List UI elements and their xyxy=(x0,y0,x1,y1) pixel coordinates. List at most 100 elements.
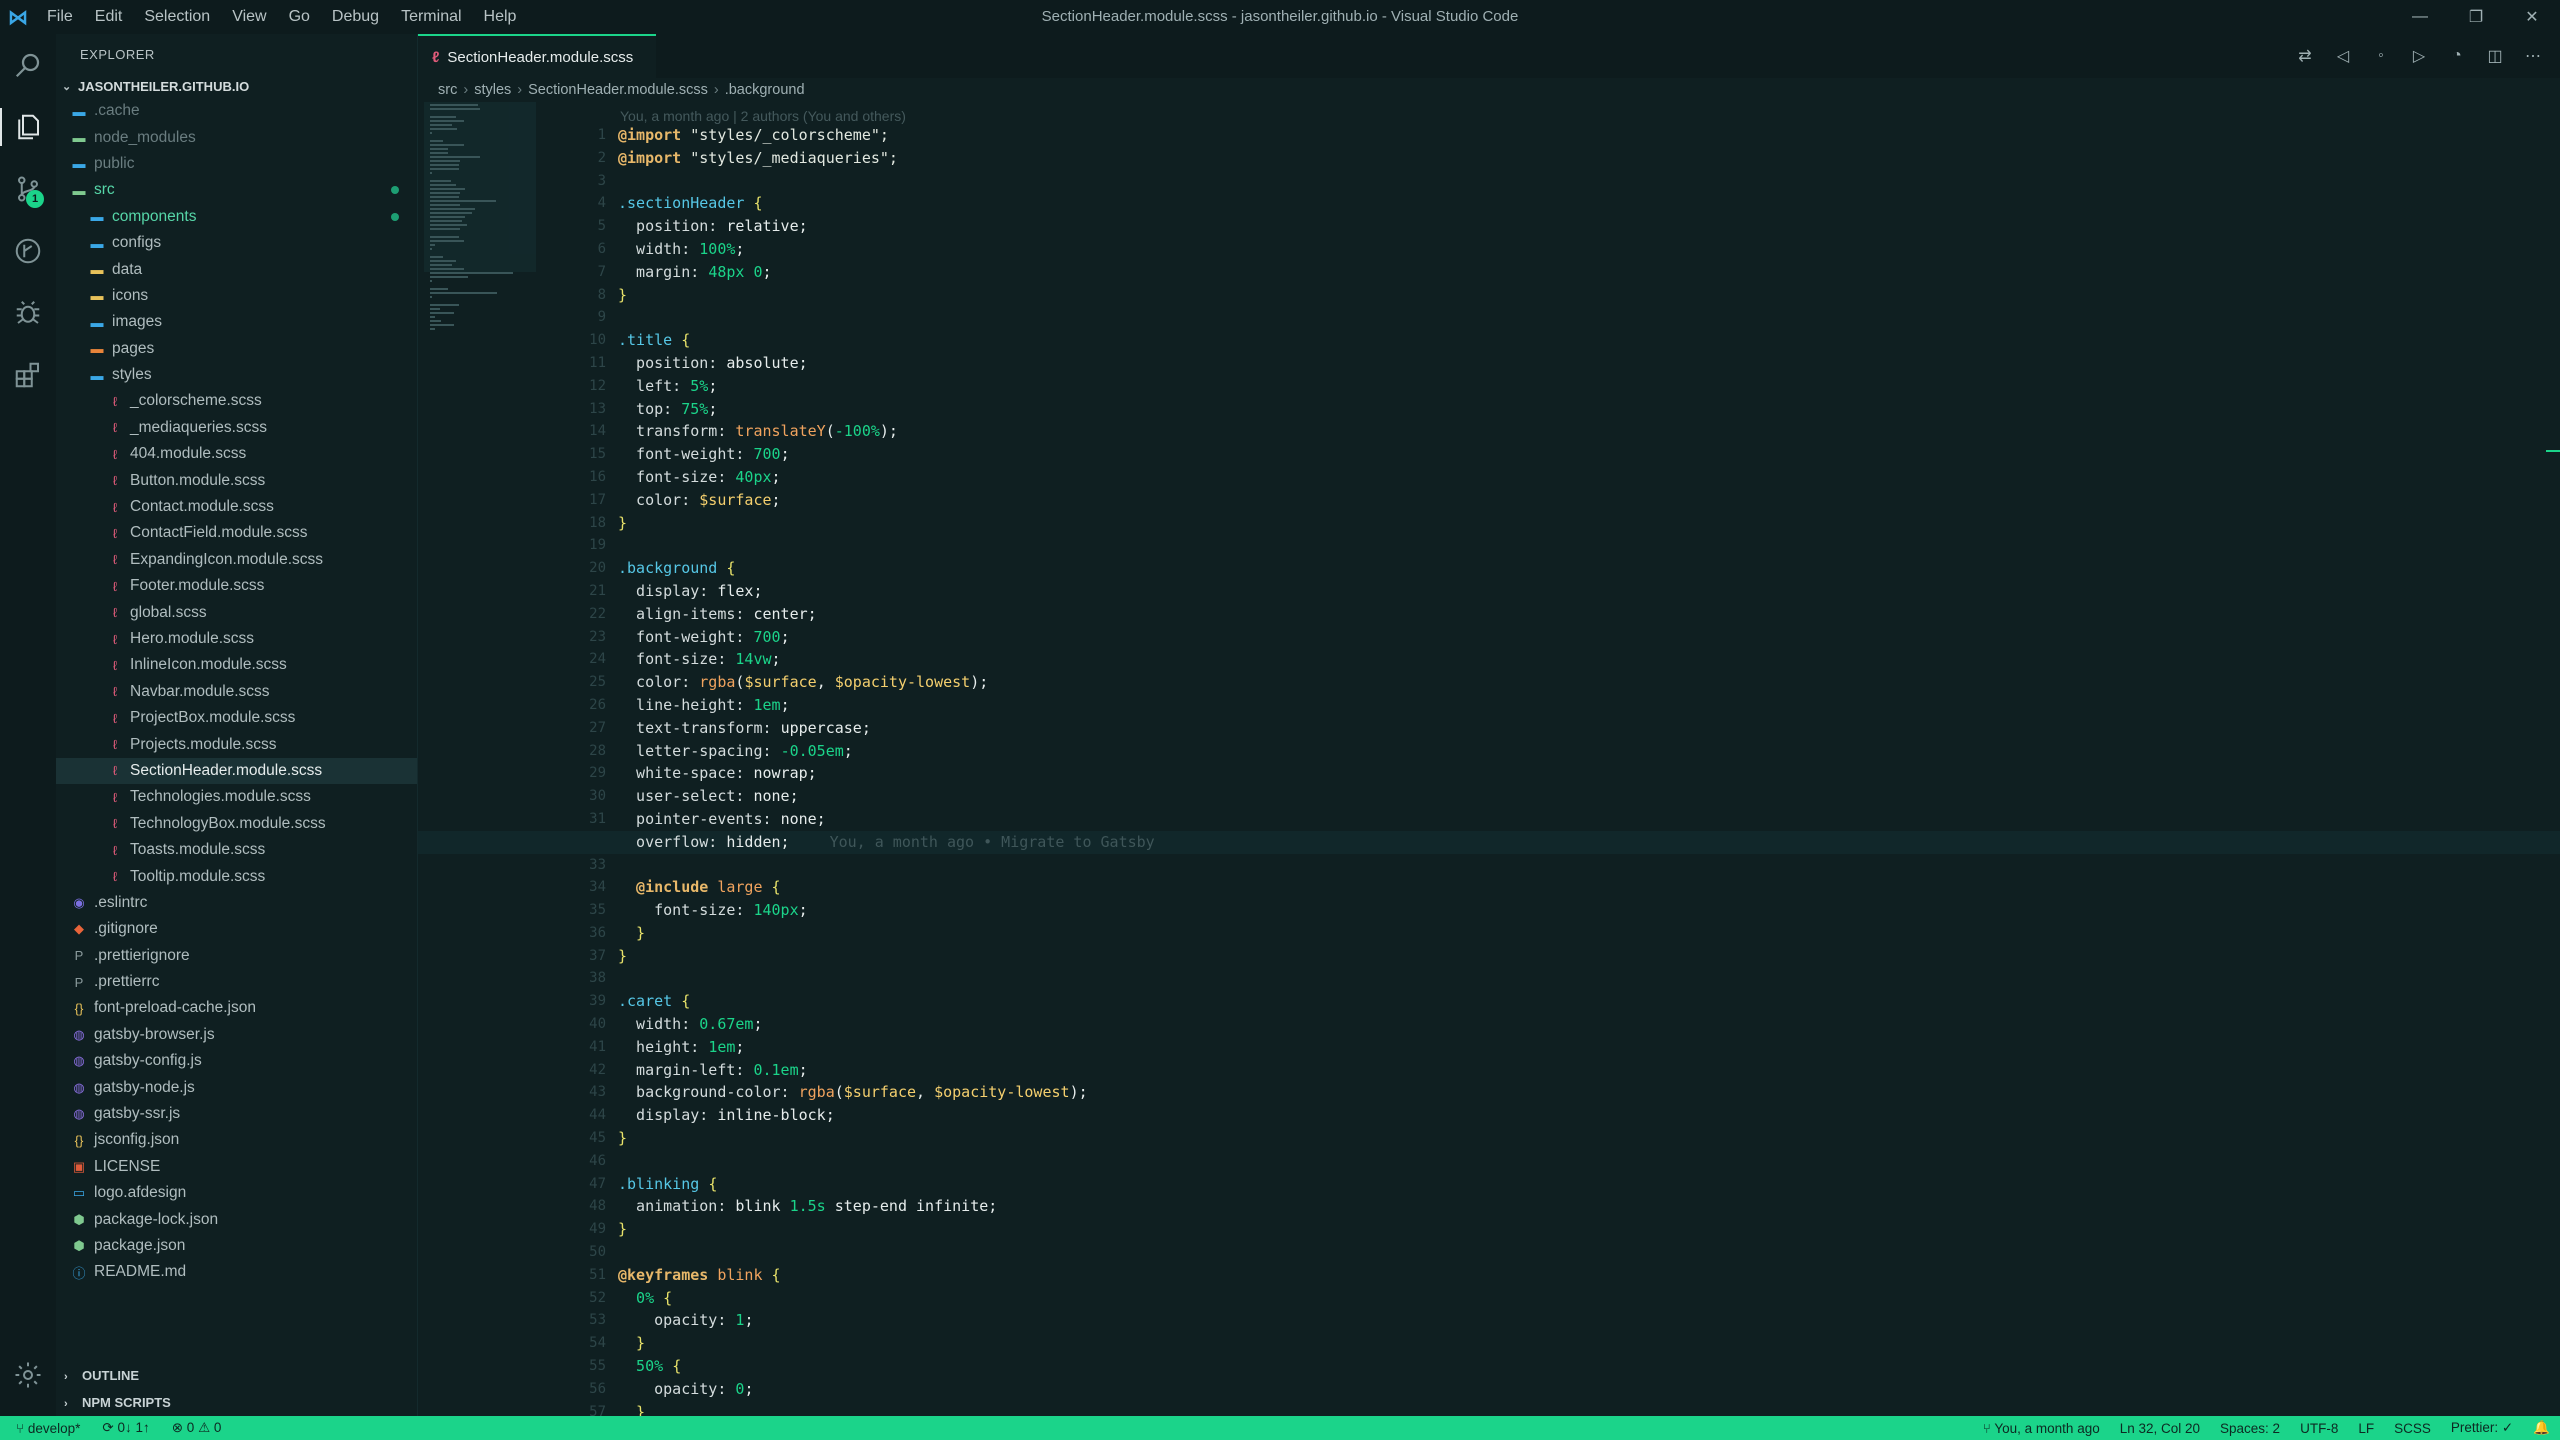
explorer-item[interactable]: ⓘ README.md xyxy=(56,1259,417,1285)
code-line[interactable]: margin-left: 0.1em; xyxy=(618,1059,2560,1082)
explorer-item[interactable]: {} font-preload-cache.json xyxy=(56,995,417,1021)
explorer-item[interactable]: ℓ Button.module.scss xyxy=(56,467,417,493)
code-line[interactable]: @import "styles/_mediaqueries"; xyxy=(618,147,2560,170)
explorer-item[interactable]: ▬ pages xyxy=(56,336,417,362)
explorer-item[interactable]: ◍ gatsby-config.js xyxy=(56,1048,417,1074)
encoding-status[interactable]: UTF-8 xyxy=(2300,1421,2338,1436)
code-line[interactable]: opacity: 0; xyxy=(618,1378,2560,1401)
explorer-item[interactable]: ▬ components xyxy=(56,204,417,230)
outline-section[interactable]: › OUTLINE xyxy=(56,1362,417,1389)
notifications-bell-icon[interactable]: 🔔 xyxy=(2533,1420,2550,1436)
code-line[interactable]: font-size: 40px; xyxy=(618,466,2560,489)
explorer-item[interactable]: ▬ styles xyxy=(56,362,417,388)
explorer-item[interactable]: ▬ configs xyxy=(56,230,417,256)
code-line[interactable]: white-space: nowrap; xyxy=(618,762,2560,785)
code-line[interactable]: } xyxy=(618,1401,2560,1416)
sync-status[interactable]: ⟳ 0↓ 1↑ xyxy=(102,1420,149,1436)
code-line[interactable]: 50% { xyxy=(618,1355,2560,1378)
inline-blame[interactable]: You, a month ago • Migrate to Gatsby xyxy=(830,833,1155,851)
explorer-item[interactable]: ▬ public xyxy=(56,151,417,177)
code-line[interactable]: position: absolute; xyxy=(618,352,2560,375)
language-mode[interactable]: SCSS xyxy=(2394,1421,2431,1436)
explorer-item[interactable]: ℓ Hero.module.scss xyxy=(56,626,417,652)
next-revision-icon[interactable]: ▷ xyxy=(2400,34,2438,78)
code-line[interactable]: height: 1em; xyxy=(618,1036,2560,1059)
debug-icon[interactable] xyxy=(0,282,56,344)
code-line[interactable]: font-size: 140px; xyxy=(618,899,2560,922)
code-line[interactable] xyxy=(618,534,2560,557)
code-lines[interactable]: @import "styles/_colorscheme"; @import "s… xyxy=(418,124,2560,1416)
explorer-item[interactable]: ▬ node_modules xyxy=(56,124,417,150)
minimap[interactable] xyxy=(424,102,536,330)
code-editor[interactable]: You, a month ago | 2 authors (You and ot… xyxy=(418,102,2560,1416)
explorer-item[interactable]: ◍ gatsby-node.js xyxy=(56,1074,417,1100)
code-line[interactable]: @import "styles/_colorscheme"; xyxy=(618,124,2560,147)
breadcrumb-item[interactable]: src xyxy=(438,78,457,102)
blame-status[interactable]: ⑂ You, a month ago xyxy=(1983,1421,2100,1436)
explorer-item[interactable]: ℓ ProjectBox.module.scss xyxy=(56,705,417,731)
code-line[interactable]: left: 5%; xyxy=(618,375,2560,398)
code-line[interactable]: .sectionHeader { xyxy=(618,192,2560,215)
minimize-icon[interactable]: — xyxy=(2392,0,2448,34)
code-line[interactable]: overflow: hidden; You, a month ago • Migr… xyxy=(418,830,2560,854)
explorer-item[interactable]: {} jsconfig.json xyxy=(56,1127,417,1153)
code-line[interactable]: transform: translateY(-100%); xyxy=(618,420,2560,443)
explorer-item[interactable]: ℓ Navbar.module.scss xyxy=(56,679,417,705)
explorer-item[interactable]: ◍ gatsby-ssr.js xyxy=(56,1101,417,1127)
code-line[interactable]: user-select: none; xyxy=(618,785,2560,808)
code-line[interactable]: background-color: rgba($surface, $opacit… xyxy=(618,1081,2560,1104)
menu-edit[interactable]: Edit xyxy=(84,0,134,34)
code-line[interactable]: top: 75%; xyxy=(618,398,2560,421)
tab-section-header[interactable]: ℓ SectionHeader.module.scss xyxy=(418,34,656,78)
code-line[interactable]: width: 0.67em; xyxy=(618,1013,2560,1036)
explorer-item[interactable]: ▣ LICENSE xyxy=(56,1154,417,1180)
code-line[interactable]: width: 100%; xyxy=(618,238,2560,261)
code-line[interactable]: align-items: center; xyxy=(618,603,2560,626)
menu-go[interactable]: Go xyxy=(278,0,321,34)
explorer-icon[interactable] xyxy=(0,96,56,158)
toggle-blame-icon[interactable]: ◔ xyxy=(2438,34,2476,78)
explorer-item[interactable]: ℓ _colorscheme.scss xyxy=(56,388,417,414)
code-line[interactable] xyxy=(618,854,2560,877)
git-lens-icon[interactable] xyxy=(0,220,56,282)
explorer-item[interactable]: ▭ logo.afdesign xyxy=(56,1180,417,1206)
code-line[interactable]: text-transform: uppercase; xyxy=(618,717,2560,740)
code-line[interactable]: .caret { xyxy=(618,990,2560,1013)
menu-selection[interactable]: Selection xyxy=(133,0,221,34)
code-line[interactable]: } xyxy=(618,1218,2560,1241)
code-line[interactable]: } xyxy=(618,284,2560,307)
code-line[interactable] xyxy=(618,967,2560,990)
code-line[interactable]: display: flex; xyxy=(618,580,2560,603)
code-line[interactable]: } xyxy=(618,1127,2560,1150)
code-line[interactable]: 0% { xyxy=(618,1287,2560,1310)
npm-scripts-section[interactable]: › NPM SCRIPTS xyxy=(56,1389,417,1416)
code-line[interactable] xyxy=(618,1241,2560,1264)
extensions-icon[interactable] xyxy=(0,344,56,406)
breadcrumb-item[interactable]: styles xyxy=(474,78,511,102)
more-actions-icon[interactable]: ⋯ xyxy=(2514,34,2552,78)
explorer-item[interactable]: P .prettierrc xyxy=(56,969,417,995)
explorer-item[interactable]: ▬ icons xyxy=(56,283,417,309)
explorer-item[interactable]: ℓ Contact.module.scss xyxy=(56,494,417,520)
code-line[interactable] xyxy=(618,306,2560,329)
previous-revision-icon[interactable]: ◁ xyxy=(2324,34,2362,78)
explorer-item[interactable]: ℓ TechnologyBox.module.scss xyxy=(56,811,417,837)
menu-debug[interactable]: Debug xyxy=(321,0,390,34)
explorer-item[interactable]: ▬ images xyxy=(56,309,417,335)
code-line[interactable]: .background { xyxy=(618,557,2560,580)
code-line[interactable]: font-size: 14vw; xyxy=(618,648,2560,671)
eol-status[interactable]: LF xyxy=(2358,1421,2374,1436)
code-line[interactable]: position: relative; xyxy=(618,215,2560,238)
explorer-item[interactable]: ▬ .cache xyxy=(56,98,417,124)
explorer-item[interactable]: ℓ Footer.module.scss xyxy=(56,573,417,599)
explorer-item[interactable]: ℓ 404.module.scss xyxy=(56,441,417,467)
git-branch-status[interactable]: ⑂ develop* xyxy=(16,1421,80,1436)
code-line[interactable]: } xyxy=(618,512,2560,535)
problems-status[interactable]: ⊗ 0 ⚠ 0 xyxy=(172,1420,222,1436)
explorer-item[interactable]: ℓ Technologies.module.scss xyxy=(56,784,417,810)
explorer-item[interactable]: ◍ gatsby-browser.js xyxy=(56,1022,417,1048)
explorer-item[interactable]: ◆ .gitignore xyxy=(56,916,417,942)
explorer-item[interactable]: ⬢ package-lock.json xyxy=(56,1206,417,1232)
code-line[interactable]: margin: 48px 0; xyxy=(618,261,2560,284)
explorer-item[interactable]: P .prettierignore xyxy=(56,943,417,969)
